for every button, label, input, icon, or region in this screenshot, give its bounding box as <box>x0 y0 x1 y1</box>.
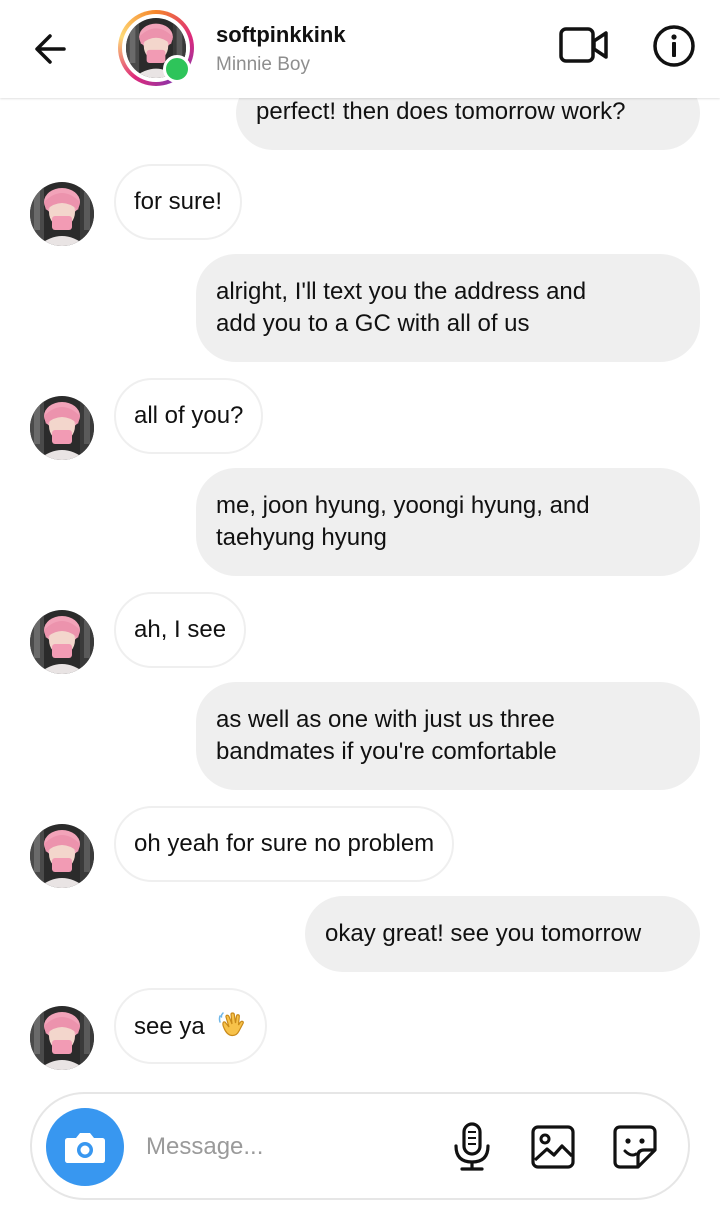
sticker-icon[interactable] <box>612 1124 658 1170</box>
info-icon[interactable] <box>652 24 696 68</box>
message-text-line: add you to a GC with all of us <box>216 310 530 337</box>
received-message[interactable]: ah, I see <box>114 592 247 668</box>
display-name: Minnie Boy <box>216 54 310 75</box>
message-text: perfect! then does tomorrow work? <box>256 98 626 125</box>
sent-message[interactable]: okay great! see you tomorrow <box>305 896 700 972</box>
sent-message[interactable]: as well as one with just us three bandma… <box>196 682 700 790</box>
username[interactable]: softpinkkink <box>216 22 346 48</box>
avatar[interactable] <box>30 182 94 246</box>
chat-header: softpinkkink Minnie Boy <box>0 0 720 98</box>
camera-button[interactable] <box>46 1108 124 1186</box>
message-composer <box>30 1092 690 1200</box>
message-text: for sure! <box>134 188 223 215</box>
video-camera-icon[interactable] <box>558 24 610 66</box>
received-message[interactable]: all of you? <box>114 378 264 454</box>
message-text-line: bandmates if you're comfortable <box>216 738 557 765</box>
message-text: all of you? <box>134 402 244 429</box>
message-text: see ya <box>134 1013 205 1040</box>
message-text-line: as well as one with just us three <box>216 706 555 733</box>
received-message[interactable]: oh yeah for sure no problem <box>114 806 455 882</box>
received-message[interactable]: for sure! <box>114 164 243 240</box>
back-arrow-icon[interactable] <box>30 28 72 70</box>
avatar[interactable] <box>30 1006 94 1070</box>
message-text: okay great! see you tomorrow <box>325 920 642 947</box>
message-text-line: alright, I'll text you the address and <box>216 278 587 305</box>
avatar[interactable] <box>30 396 94 460</box>
sent-message[interactable]: me, joon hyung, yoongi hyung, and taehyu… <box>196 468 700 576</box>
gallery-icon[interactable] <box>530 1124 576 1170</box>
avatar[interactable] <box>30 610 94 674</box>
microphone-icon[interactable] <box>450 1122 494 1172</box>
dm-screen: softpinkkink Minnie Boy perfect! then do… <box>0 0 720 1230</box>
message-text-line: taehyung hyung <box>216 524 387 551</box>
waving-hand-icon <box>219 1012 245 1037</box>
message-text: ah, I see <box>134 616 227 643</box>
avatar[interactable] <box>30 824 94 888</box>
camera-icon <box>65 1133 105 1163</box>
message-text-line: me, joon hyung, yoongi hyung, and <box>216 492 590 519</box>
online-status-dot <box>163 55 191 83</box>
message-input[interactable] <box>144 1126 438 1168</box>
received-message[interactable]: see ya <box>114 988 268 1064</box>
message-text: oh yeah for sure no problem <box>134 830 435 857</box>
sent-message[interactable]: alright, I'll text you the address and a… <box>196 254 700 362</box>
